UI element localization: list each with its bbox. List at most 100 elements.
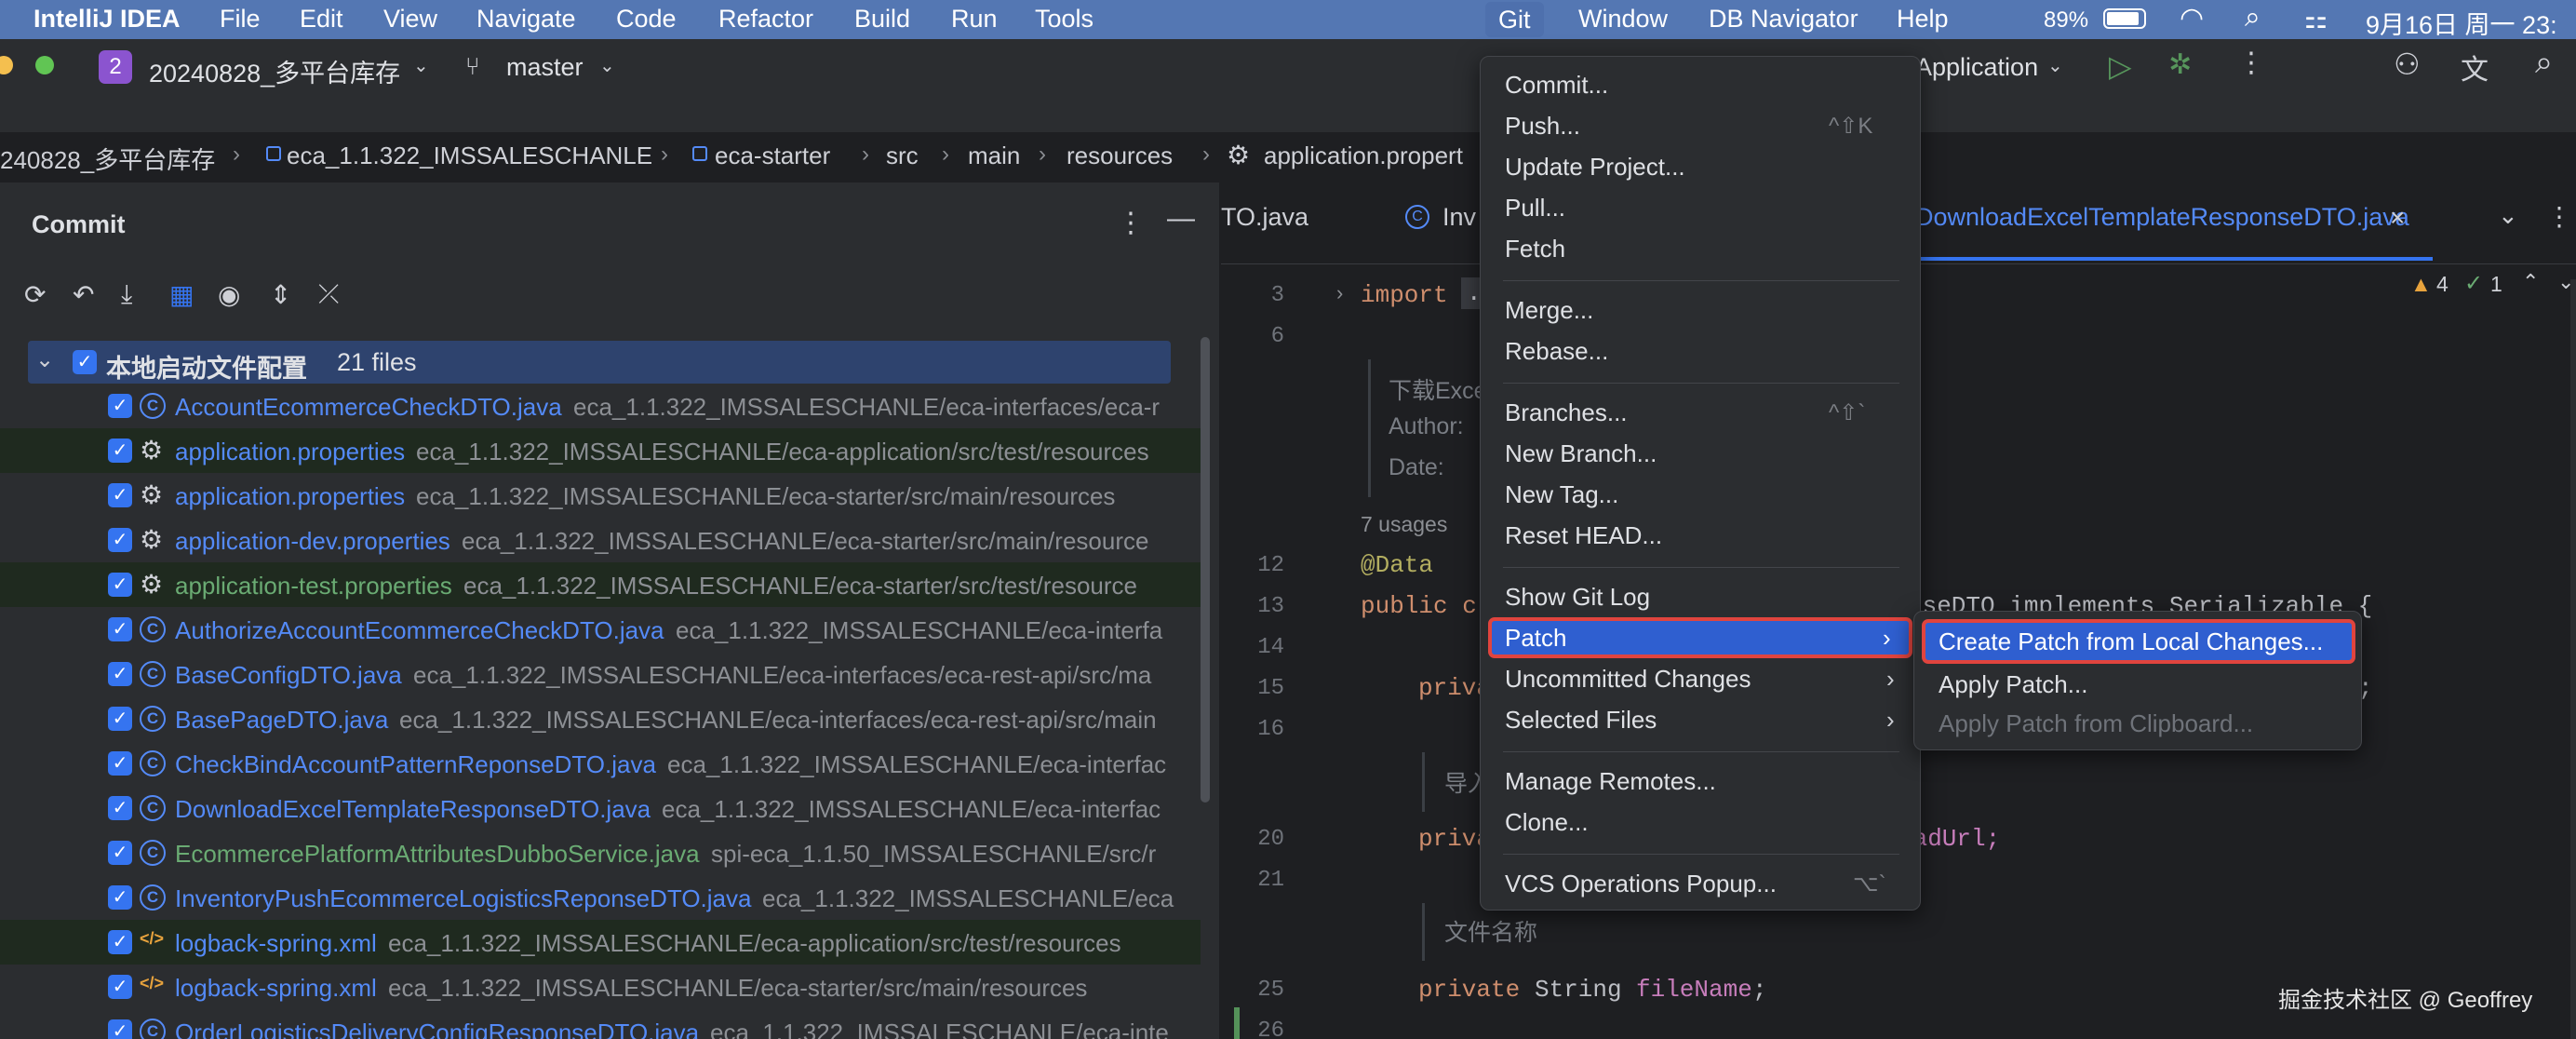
app-menu[interactable]: IntelliJ IDEA	[34, 5, 181, 34]
changed-file-row[interactable]: ✓ C BaseConfigDTO.java eca_1.1.322_IMSSALES…	[0, 652, 1201, 696]
menu-item-apply-patch[interactable]: Apply Patch...	[1939, 664, 2087, 705]
wifi-icon[interactable]: ◠	[2180, 2, 2204, 34]
window-zoom-button[interactable]	[35, 56, 54, 74]
tab-dto[interactable]: TO.java	[1221, 203, 1308, 232]
warning-icon[interactable]: ▲	[2410, 272, 2432, 297]
chevron-down-icon[interactable]: ⌄	[35, 346, 54, 373]
menu-navigate[interactable]: Navigate	[476, 5, 576, 34]
menu-view[interactable]: View	[383, 5, 437, 34]
changed-file-row[interactable]: ✓ ⚙ application.properties eca_1.1.322_IMSS…	[0, 473, 1201, 518]
chevron-down-icon[interactable]: ⌄	[2498, 201, 2518, 230]
minimize-panel-icon[interactable]: —	[1167, 203, 1195, 235]
run-config-selector[interactable]: Application	[1915, 53, 2038, 82]
panel-options-icon[interactable]: ⋮	[1117, 207, 1145, 239]
menu-item-show-git-log[interactable]: Show Git Log	[1505, 576, 1650, 617]
menu-item-fetch[interactable]: Fetch	[1505, 228, 1565, 269]
window-minimize-button[interactable]	[0, 56, 13, 74]
menu-item-manage-remotes[interactable]: Manage Remotes...	[1505, 761, 1716, 802]
breadcrumb-item[interactable]: main	[968, 142, 1020, 170]
branch-selector[interactable]: master	[506, 53, 584, 82]
menu-git[interactable]: Git	[1485, 2, 1544, 37]
check-count[interactable]: 1	[2490, 272, 2502, 297]
file-checkbox[interactable]: ✓	[108, 885, 132, 910]
menu-item-update-project[interactable]: Update Project...	[1505, 146, 1685, 187]
file-checkbox[interactable]: ✓	[108, 573, 132, 597]
menu-help[interactable]: Help	[1897, 5, 1949, 34]
menu-item-patch[interactable]: Patch ›	[1488, 617, 1912, 658]
breadcrumb-item[interactable]: eca-starter	[715, 142, 830, 170]
menu-item-merge[interactable]: Merge...	[1505, 290, 1593, 331]
menu-item-reset-head[interactable]: Reset HEAD...	[1505, 515, 1662, 556]
control-center-icon[interactable]: ⚏	[2304, 4, 2328, 34]
changed-file-row[interactable]: ✓ </> logback-spring.xml eca_1.1.322_IMSSAL…	[0, 920, 1201, 965]
run-icon[interactable]: ▷	[2109, 48, 2132, 84]
show-diff-icon[interactable]: ◉	[218, 279, 240, 310]
breadcrumb-item[interactable]: eca_1.1.322_IMSSALESCHANLE	[287, 142, 652, 170]
file-checkbox[interactable]: ✓	[108, 841, 132, 865]
scrollbar[interactable]	[1201, 337, 1210, 803]
debug-icon[interactable]: ✲	[2168, 48, 2192, 81]
menu-file[interactable]: File	[220, 5, 261, 34]
editor-scrollbar[interactable]	[2570, 279, 2576, 1039]
changed-file-row[interactable]: ✓ ⚙ application-test.properties eca_1.1.322…	[0, 562, 1201, 607]
add-user-icon[interactable]: ⚇	[2394, 47, 2421, 82]
menu-item-new-tag[interactable]: New Tag...	[1505, 474, 1618, 515]
translate-icon[interactable]: 文	[2461, 47, 2489, 88]
clock[interactable]: 9月16日 周一 23:	[2366, 5, 2557, 41]
changed-file-row[interactable]: ✓ C BasePageDTO.java eca_1.1.322_IMSSALESCH…	[0, 696, 1201, 741]
menu-code[interactable]: Code	[616, 5, 677, 34]
menu-build[interactable]: Build	[854, 5, 910, 34]
project-selector[interactable]: 20240828_多平台库存	[149, 53, 400, 89]
file-checkbox[interactable]: ✓	[108, 930, 132, 954]
menu-item-clone[interactable]: Clone...	[1505, 802, 1589, 843]
file-checkbox[interactable]: ✓	[108, 617, 132, 641]
breadcrumb-item[interactable]: application.propert	[1264, 142, 1463, 170]
changed-file-row[interactable]: ✓ C EcommercePlatformAttributesDubboServic…	[0, 830, 1201, 875]
menu-item-branches[interactable]: Branches...	[1505, 392, 1628, 433]
chevron-up-icon[interactable]: ⌃	[2522, 270, 2539, 294]
file-checkbox[interactable]: ✓	[108, 1019, 132, 1039]
expand-all-icon[interactable]: ⇕	[270, 279, 291, 310]
menu-item-vcs-operations-popup[interactable]: VCS Operations Popup...	[1505, 863, 1777, 904]
menu-item-apply-patch-clipboard[interactable]: Apply Patch from Clipboard...	[1939, 703, 2253, 744]
changed-file-row[interactable]: ✓ C AccountEcommerceCheckDTO.java eca_1.1.3…	[0, 384, 1201, 428]
battery-icon[interactable]	[2103, 8, 2146, 29]
menu-item-uncommitted-changes[interactable]: Uncommitted Changes	[1505, 658, 1751, 699]
file-checkbox[interactable]: ✓	[108, 439, 132, 463]
file-checkbox[interactable]: ✓	[108, 796, 132, 820]
menu-edit[interactable]: Edit	[300, 5, 343, 34]
menu-db-navigator[interactable]: DB Navigator	[1709, 5, 1858, 34]
fold-icon[interactable]: ›	[1336, 281, 1343, 305]
changed-file-row[interactable]: ✓ C AuthorizeAccountEcommerceCheckDTO.java…	[0, 607, 1201, 652]
spotlight-search-icon[interactable]: ⌕	[2245, 2, 2261, 34]
changed-file-row[interactable]: ✓ </> logback-spring.xml eca_1.1.322_IMSSAL…	[0, 965, 1201, 1009]
tab-download-excel-template[interactable]: DownloadExcelTemplateResponseDTO.java	[1915, 203, 2409, 232]
changed-file-row[interactable]: ✓ C CheckBindAccountPatternReponseDTO.java…	[0, 741, 1201, 786]
more-actions-icon[interactable]: ⋮	[2237, 47, 2265, 79]
changed-file-row[interactable]: ✓ C DownloadExcelTemplateResponseDTO.java e…	[0, 786, 1201, 830]
changed-file-row[interactable]: ✓ C OrderLogisticsDeliveryConfigResponseDT…	[0, 1009, 1201, 1039]
shelve-icon[interactable]: ⤓	[121, 279, 132, 310]
changelist-group[interactable]: ⌄ ✓ 本地启动文件配置 21 files	[28, 341, 1171, 384]
menu-refactor[interactable]: Refactor	[718, 5, 813, 34]
menu-item-rebase[interactable]: Rebase...	[1505, 331, 1608, 371]
changed-file-row[interactable]: ✓ ⚙ application-dev.properties eca_1.1.322_…	[0, 518, 1201, 562]
file-checkbox[interactable]: ✓	[108, 528, 132, 552]
menu-item-create-patch[interactable]: Create Patch from Local Changes...	[1922, 619, 2355, 664]
menu-item-commit[interactable]: Commit...	[1505, 64, 1608, 105]
menu-item-push[interactable]: Push...	[1505, 105, 1580, 146]
warning-count[interactable]: 4	[2436, 272, 2449, 297]
usages-hint[interactable]: 7 usages	[1361, 512, 1447, 537]
menu-run[interactable]: Run	[951, 5, 998, 34]
tab-options-icon[interactable]: ⋮	[2546, 201, 2572, 232]
file-checkbox[interactable]: ✓	[108, 751, 132, 776]
changed-file-row[interactable]: ✓ C InventoryPushEcommerceLogisticsReponse…	[0, 875, 1201, 920]
file-checkbox[interactable]: ✓	[108, 394, 132, 418]
menu-item-new-branch[interactable]: New Branch...	[1505, 433, 1657, 474]
breadcrumb-item[interactable]: src	[886, 142, 919, 170]
tab-inventory[interactable]: Inv	[1442, 203, 1476, 232]
menu-tools[interactable]: Tools	[1035, 5, 1093, 34]
changed-file-row[interactable]: ✓ ⚙ application.properties eca_1.1.322_IMSS…	[0, 428, 1201, 473]
rollback-icon[interactable]: ↶	[73, 279, 94, 310]
menu-item-selected-files[interactable]: Selected Files	[1505, 699, 1657, 740]
